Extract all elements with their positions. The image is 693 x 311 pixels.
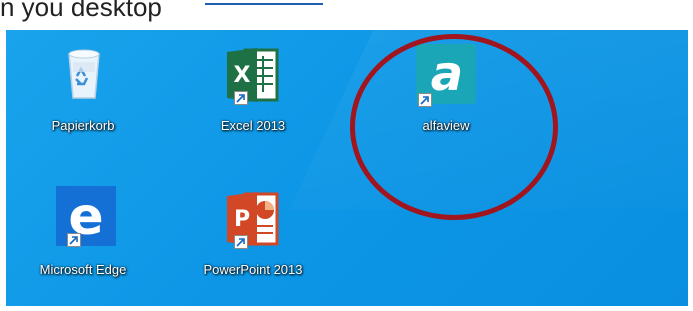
desktop-icon-recycle-bin[interactable]: Papierkorb [18,38,148,138]
desktop-icon-excel[interactable]: X Excel 2013 [188,38,318,138]
desktop-icon-label: alfaview [422,118,470,133]
desktop-icon-label: Excel 2013 [220,118,286,133]
desktop-icon-alfaview[interactable]: a alfaview [381,38,511,138]
recycle-bin-icon [53,42,115,104]
desktop-icon-edge[interactable]: e Microsoft Edge [18,180,148,280]
desktop-icon-label: Microsoft Edge [39,262,127,277]
header-underline [205,3,323,5]
desktop-icon-powerpoint[interactable]: P PowerPoint 2013 [188,180,318,280]
desktop-icon-label: Papierkorb [51,118,115,133]
windows-desktop[interactable]: Papierkorb X Excel 2013 a alfaview e Mic… [6,30,688,306]
shortcut-arrow-icon [234,91,248,105]
excel-glyph: X [234,63,251,88]
desktop-icon-label: PowerPoint 2013 [203,262,303,277]
excel-icon: X [223,44,285,106]
powerpoint-icon: P [223,188,285,250]
shortcut-arrow-icon [234,235,248,249]
powerpoint-glyph: P [234,207,250,232]
instruction-text: n you desktop [0,0,162,22]
shortcut-arrow-icon [418,93,432,107]
alfaview-glyph: a [431,46,463,102]
shortcut-arrow-icon [67,233,81,247]
edge-icon: e [56,186,116,247]
